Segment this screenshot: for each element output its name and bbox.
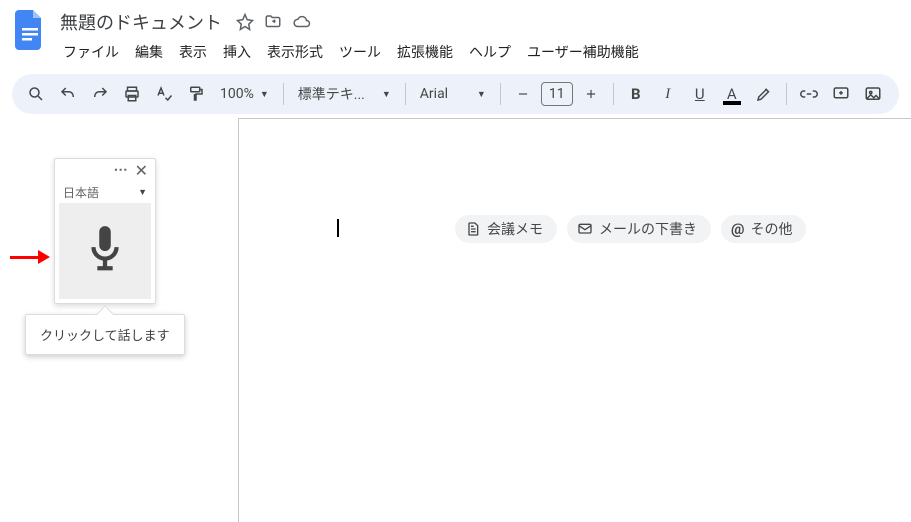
increase-font-size-button[interactable]: [577, 80, 605, 108]
undo-icon[interactable]: [54, 80, 82, 108]
microphone-icon: [82, 222, 128, 280]
underline-button[interactable]: U: [686, 80, 714, 108]
text-cursor: [337, 219, 339, 237]
search-icon[interactable]: [22, 80, 50, 108]
menu-accessibility[interactable]: ユーザー補助機能: [520, 38, 646, 66]
font-dropdown[interactable]: Arial ▼: [414, 80, 492, 108]
menu-format[interactable]: 表示形式: [260, 38, 330, 66]
separator: [500, 83, 501, 105]
paint-format-icon[interactable]: [182, 80, 210, 108]
separator: [786, 83, 787, 105]
star-icon[interactable]: [236, 13, 254, 31]
voice-typing-widget[interactable]: ⋯ ✕ 日本語 ▼: [54, 158, 156, 304]
insert-image-button[interactable]: [859, 80, 887, 108]
add-comment-button[interactable]: [827, 80, 855, 108]
chip-meeting-notes[interactable]: 会議メモ: [455, 215, 557, 243]
voice-language-label: 日本語: [63, 184, 99, 201]
mail-reply-icon: [577, 221, 593, 237]
chip-email-draft[interactable]: メールの下書き: [567, 215, 711, 243]
toolbar: 100% ▼ 標準テキ... ▼ Arial ▼ 11 B I U A: [12, 74, 899, 114]
voice-tooltip: クリックして話します: [25, 314, 185, 355]
menu-insert[interactable]: 挿入: [216, 38, 258, 66]
menu-help[interactable]: ヘルプ: [462, 38, 518, 66]
chevron-down-icon: ▼: [138, 187, 147, 198]
separator: [405, 83, 406, 105]
microphone-button[interactable]: [59, 203, 151, 299]
close-icon[interactable]: ✕: [135, 161, 149, 180]
separator: [283, 83, 284, 105]
document-canvas[interactable]: 会議メモ メールの下書き @ その他: [238, 118, 911, 522]
bold-button[interactable]: B: [622, 80, 650, 108]
decrease-font-size-button[interactable]: [509, 80, 537, 108]
chip-other[interactable]: @ その他: [721, 215, 806, 243]
cloud-saved-icon[interactable]: [292, 13, 312, 31]
paragraph-style-dropdown[interactable]: 標準テキ... ▼: [292, 80, 397, 108]
annotation-arrow: [10, 250, 50, 264]
menu-file[interactable]: ファイル: [56, 38, 126, 66]
chip-label: その他: [750, 219, 792, 239]
more-options-icon[interactable]: ⋯: [114, 162, 129, 178]
zoom-dropdown[interactable]: 100% ▼: [214, 80, 275, 108]
chip-label: 会議メモ: [487, 219, 543, 239]
menu-view[interactable]: 表示: [172, 38, 214, 66]
text-color-button[interactable]: A: [718, 80, 746, 108]
spellcheck-icon[interactable]: [150, 80, 178, 108]
zoom-value: 100%: [220, 86, 254, 102]
separator: [613, 83, 614, 105]
menubar: ファイル 編集 表示 挿入 表示形式 ツール 拡張機能 ヘルプ ユーザー補助機能: [56, 38, 646, 66]
chip-label: メールの下書き: [599, 219, 697, 239]
font-size-input[interactable]: 11: [541, 82, 573, 106]
print-icon[interactable]: [118, 80, 146, 108]
menu-edit[interactable]: 編集: [128, 38, 170, 66]
italic-button[interactable]: I: [654, 80, 682, 108]
chevron-down-icon: ▼: [260, 89, 269, 100]
font-label: Arial: [420, 86, 448, 102]
chevron-down-icon: ▼: [382, 89, 391, 100]
redo-icon[interactable]: [86, 80, 114, 108]
document-title[interactable]: 無題のドキュメント: [56, 7, 226, 37]
folder-move-icon[interactable]: [264, 13, 282, 31]
highlight-color-button[interactable]: [750, 80, 778, 108]
menu-extensions[interactable]: 拡張機能: [390, 38, 460, 66]
at-icon: @: [731, 220, 744, 238]
menu-tools[interactable]: ツール: [332, 38, 388, 66]
style-label: 標準テキ...: [298, 84, 365, 104]
chevron-down-icon: ▼: [477, 89, 486, 100]
docs-logo[interactable]: [12, 12, 48, 48]
document-icon: [465, 221, 481, 237]
insert-link-button[interactable]: [795, 80, 823, 108]
voice-language-dropdown[interactable]: 日本語 ▼: [55, 181, 155, 203]
